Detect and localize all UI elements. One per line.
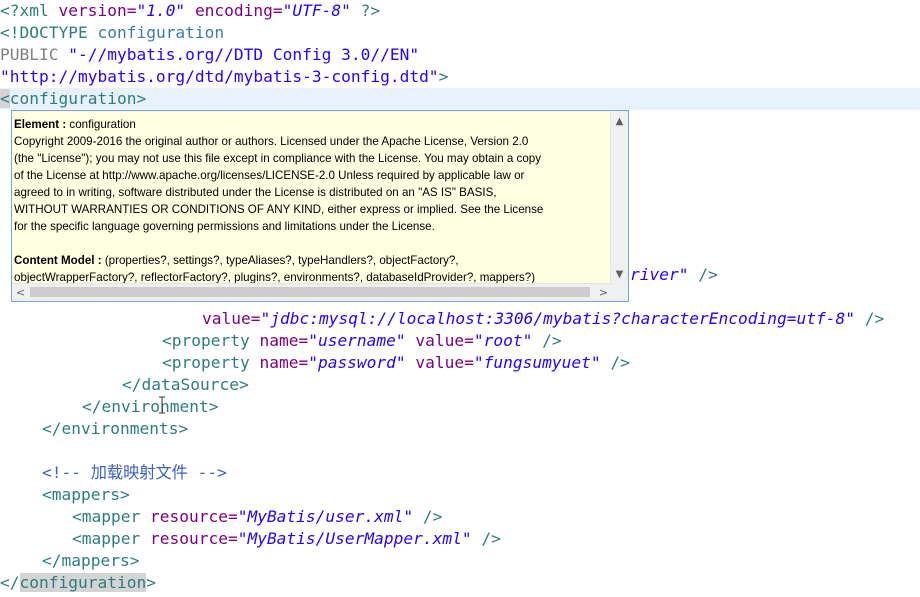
code-line-environment-close[interactable]: </environment>: [82, 396, 920, 418]
license-line: Copyright 2009-2016 the original author …: [14, 135, 529, 148]
scroll-up-arrow-icon[interactable]: ▲: [611, 113, 628, 130]
code-line-mapper-user[interactable]: <mapper resource="MyBatis/user.xml" />: [72, 506, 920, 528]
text-cursor-icon: [159, 396, 165, 414]
scroll-left-arrow-icon[interactable]: <: [12, 284, 29, 301]
scroll-thumb[interactable]: [30, 287, 590, 297]
license-line: of the License at http://www.apache.org/…: [14, 169, 525, 182]
code-line-public-id[interactable]: PUBLIC "-//mybatis.org//DTD Config 3.0//…: [0, 44, 920, 66]
code-line-configuration-open[interactable]: <configuration>: [0, 88, 920, 110]
code-line-mappers-open[interactable]: <mappers>: [42, 484, 920, 506]
content-model-row: Content Model : (properties?, settings?,…: [14, 254, 459, 267]
code-line-url-value[interactable]: value="jdbc:mysql://localhost:3306/mybat…: [202, 308, 920, 330]
license-line: (the "License"); you may not use this fi…: [14, 152, 542, 165]
license-line: for the specific language governing perm…: [14, 220, 435, 233]
license-line: WITHOUT WARRANTIES OR CONDITIONS OF ANY …: [14, 203, 544, 216]
popup-horizontal-scrollbar[interactable]: < >: [12, 283, 612, 301]
code-line-configuration-close[interactable]: </configuration>: [0, 572, 920, 594]
license-line: agreed to in writing, software distribut…: [14, 186, 497, 199]
code-line-driver-tail[interactable]: river" />: [630, 264, 920, 286]
scrollbar-corner: [611, 284, 628, 301]
popup-vertical-scrollbar[interactable]: ▲ ▼: [610, 111, 628, 285]
code-line-system-id[interactable]: "http://mybatis.org/dtd/mybatis-3-config…: [0, 66, 920, 88]
code-line-doctype[interactable]: <!DOCTYPE configuration: [0, 22, 920, 44]
element-row: Element : configuration: [14, 118, 136, 131]
scroll-right-arrow-icon[interactable]: >: [595, 284, 612, 301]
code-line-comment[interactable]: <!-- 加载映射文件 -->: [42, 462, 920, 484]
code-line-mappers-close[interactable]: </mappers>: [42, 550, 920, 572]
code-line-datasource-close[interactable]: </dataSource>: [122, 374, 920, 396]
scroll-down-arrow-icon[interactable]: ▼: [611, 266, 628, 283]
popup-content: Element : configuration Copyright 2009-2…: [14, 116, 612, 286]
code-line-environments-close[interactable]: </environments>: [42, 418, 920, 440]
code-line-property-password[interactable]: <property name="password" value="fungsum…: [162, 352, 920, 374]
code-line-mapper-usermapper[interactable]: <mapper resource="MyBatis/UserMapper.xml…: [72, 528, 920, 550]
code-line-xml-declaration[interactable]: <?xml version="1.0" encoding="UTF-8" ?>: [0, 0, 920, 22]
code-line-property-username[interactable]: <property name="username" value="root" /…: [162, 330, 920, 352]
hover-info-popup[interactable]: Element : configuration Copyright 2009-2…: [11, 110, 629, 302]
